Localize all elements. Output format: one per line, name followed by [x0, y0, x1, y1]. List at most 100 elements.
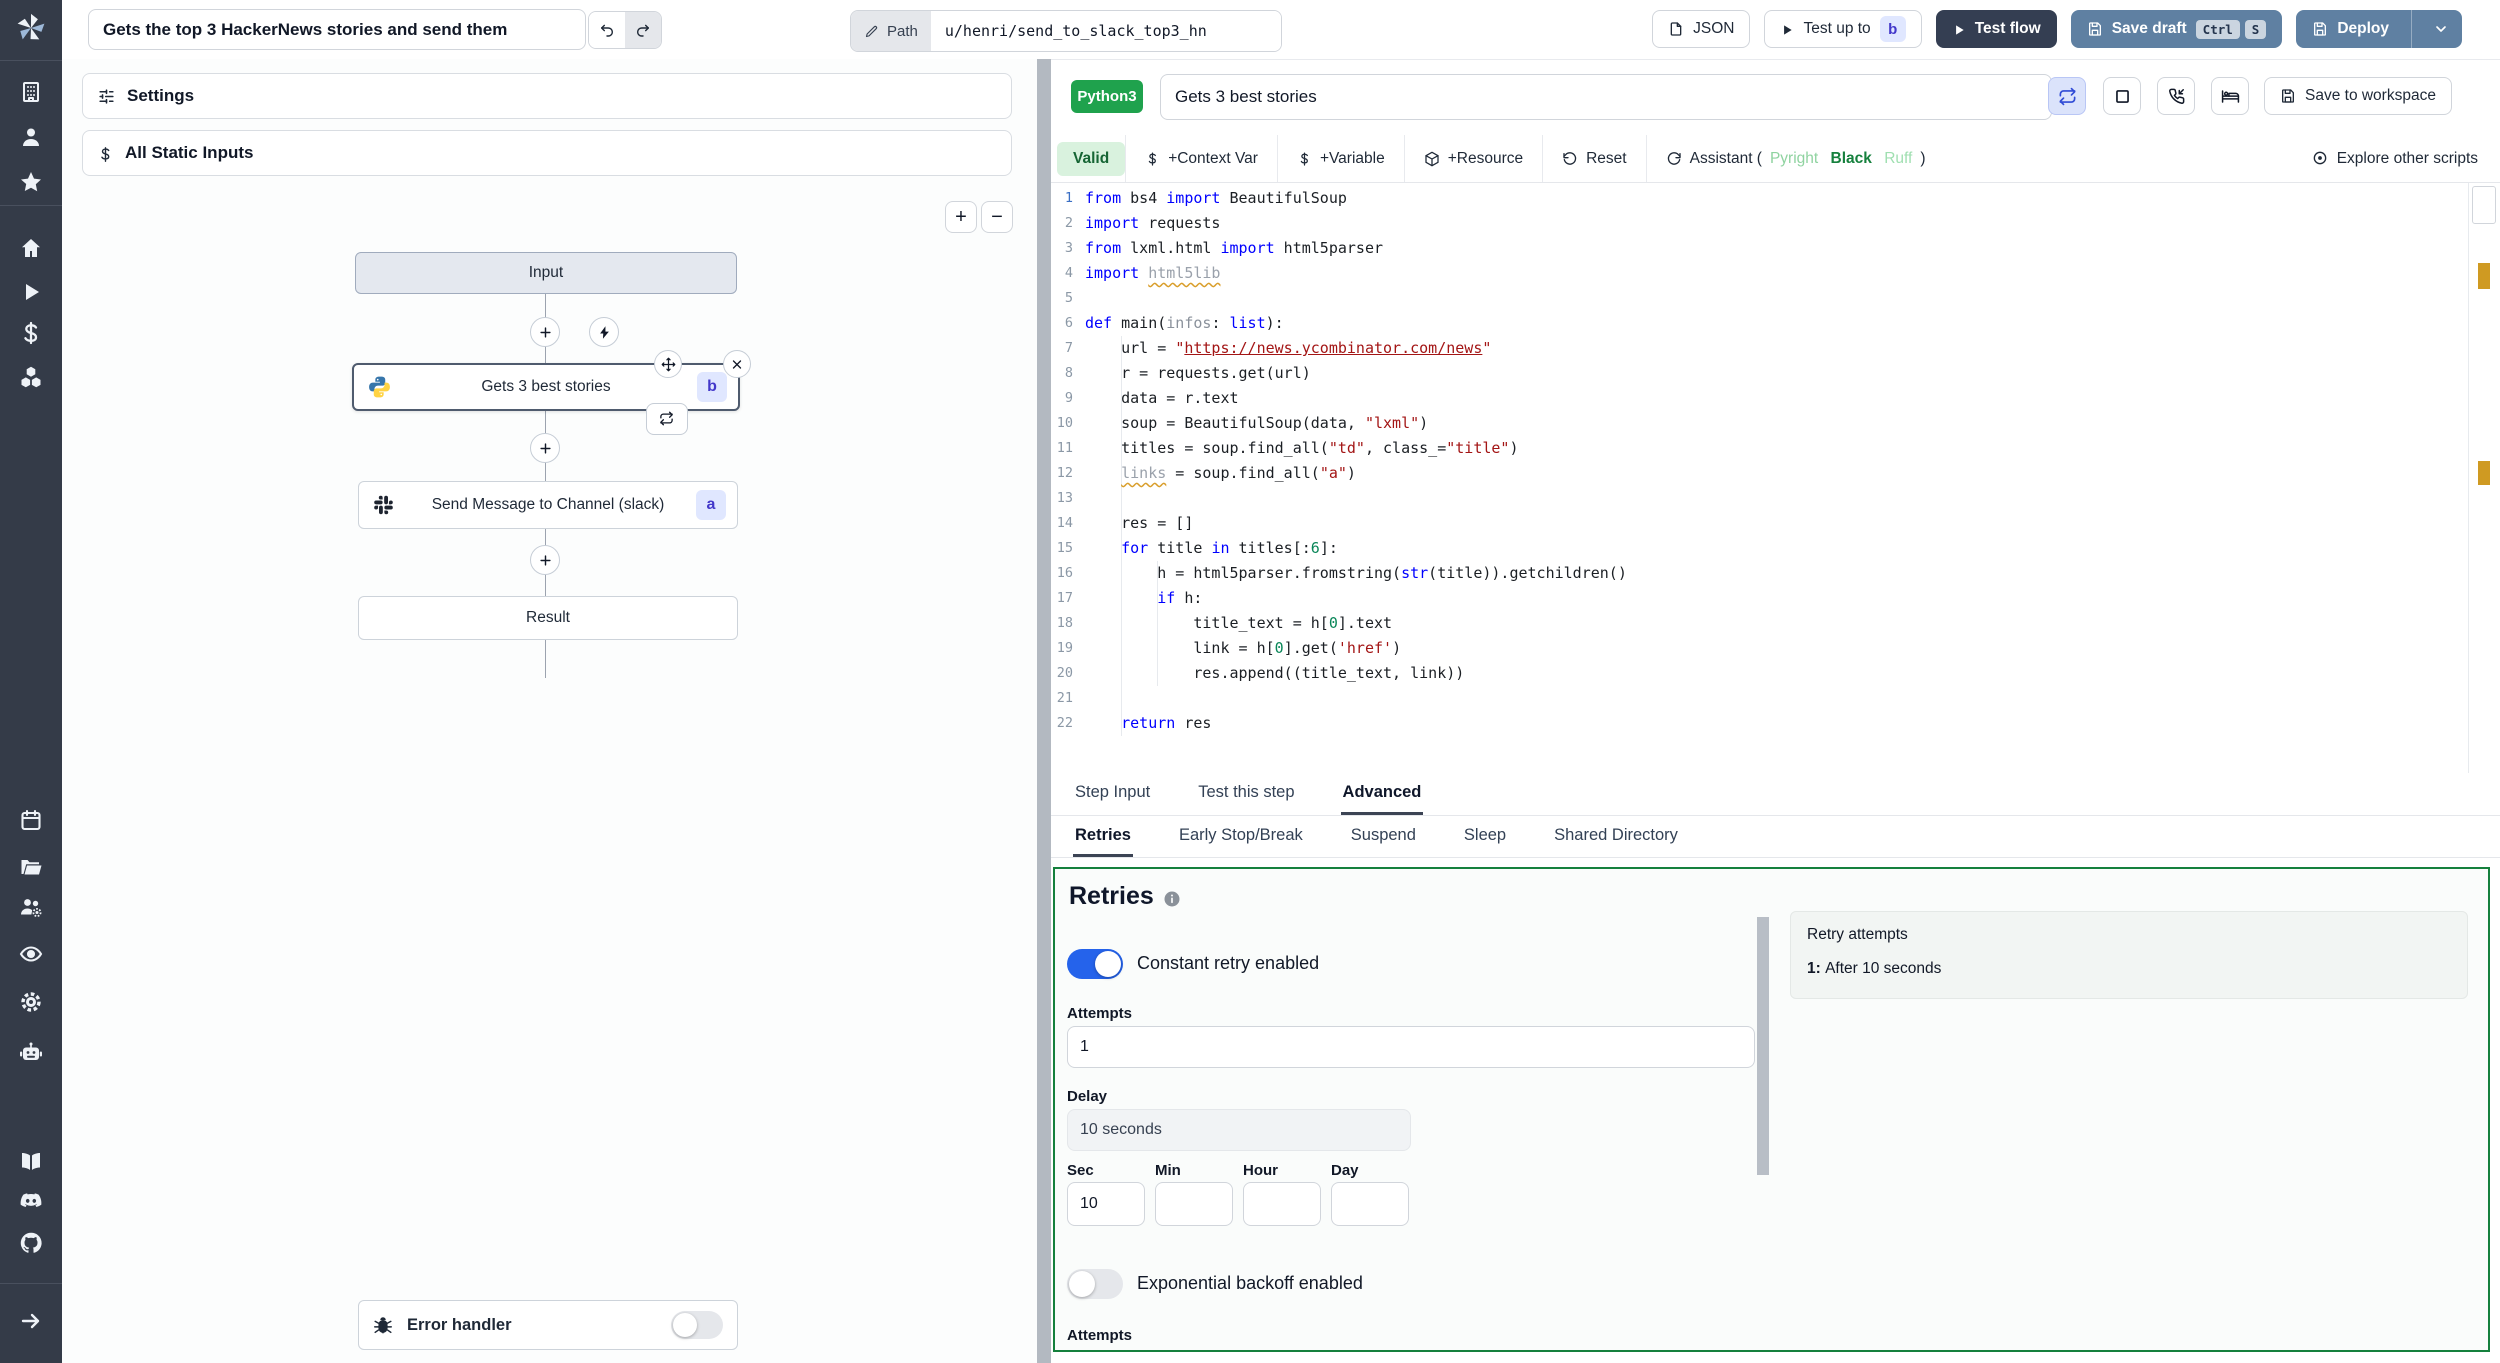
add-step-button[interactable]	[530, 433, 560, 463]
subtab-retries[interactable]: Retries	[1073, 816, 1133, 857]
code-line[interactable]: from lxml.html import html5parser	[1085, 236, 1383, 261]
tab-advanced[interactable]: Advanced	[1340, 773, 1424, 815]
sidebar-eye-icon[interactable]	[19, 942, 43, 966]
add-resource-button[interactable]: +Resource	[1405, 150, 1542, 168]
deploy-button[interactable]: Deploy	[2296, 10, 2462, 48]
explore-scripts-label: Explore other scripts	[2336, 149, 2478, 167]
undo-button[interactable]	[589, 12, 625, 48]
code-line[interactable]: if h:	[1085, 586, 1202, 611]
code-line[interactable]: h = html5parser.fromstring(str(title)).g…	[1085, 561, 1627, 586]
code-line[interactable]: link = h[0].get('href')	[1085, 636, 1401, 661]
add-context-var-button[interactable]: +Context Var	[1126, 150, 1277, 168]
code-line[interactable]: title_text = h[0].text	[1085, 611, 1392, 636]
code-line[interactable]: data = r.text	[1085, 386, 1238, 411]
sidebar-dollar-icon[interactable]	[19, 321, 43, 345]
flow-node-step-a[interactable]: Send Message to Channel (slack) a	[358, 481, 738, 529]
test-up-to-button[interactable]: Test up to b	[1764, 10, 1922, 48]
flow-node-error-handler[interactable]: Error handler	[358, 1300, 738, 1350]
subtab-shared-directory[interactable]: Shared Directory	[1552, 816, 1680, 857]
sidebar-star-icon[interactable]	[19, 170, 43, 194]
reset-button[interactable]: Reset	[1543, 150, 1646, 168]
code-line[interactable]: def main(infos: list):	[1085, 311, 1284, 336]
zoom-out-button[interactable]: −	[981, 201, 1013, 233]
sidebar-book-open-icon[interactable]	[19, 1149, 43, 1173]
sidebar-play-icon[interactable]	[19, 280, 43, 304]
explore-scripts-button[interactable]: Explore other scripts	[2293, 150, 2500, 168]
error-handler-toggle[interactable]	[671, 1311, 723, 1339]
sidebar-discord-icon[interactable]	[19, 1189, 43, 1213]
sidebar-arrow-right-icon[interactable]	[19, 1309, 43, 1333]
retries-scrollbar[interactable]	[1757, 917, 1769, 1175]
exponential-backoff-toggle[interactable]	[1067, 1269, 1123, 1299]
delete-step-button[interactable]	[723, 350, 751, 378]
time-field-input-sec[interactable]	[1067, 1182, 1145, 1226]
time-field-input-hour[interactable]	[1243, 1182, 1321, 1226]
code-line[interactable]: url = "https://news.ycombinator.com/news…	[1085, 336, 1491, 361]
flow-title-input[interactable]	[88, 9, 586, 50]
edit-path-button[interactable]: Path	[851, 11, 931, 51]
flow-node-input[interactable]: Input	[355, 252, 737, 294]
time-field-input-day[interactable]	[1331, 1182, 1409, 1226]
retries-enabled-button[interactable]	[2048, 77, 2086, 115]
sidebar-building-icon[interactable]	[19, 80, 43, 104]
move-step-button[interactable]	[654, 350, 682, 378]
path-label: Path	[887, 22, 918, 40]
zoom-in-button[interactable]: +	[945, 201, 977, 233]
sidebar-user-icon[interactable]	[19, 125, 43, 149]
windmill-logo-icon[interactable]	[13, 10, 49, 46]
redo-button[interactable]	[625, 12, 661, 48]
code-line[interactable]: r = requests.get(url)	[1085, 361, 1311, 386]
code-line[interactable]: from bs4 import BeautifulSoup	[1085, 186, 1347, 211]
sidebar-folder-open-icon[interactable]	[19, 855, 43, 879]
sidebar-calendar-icon[interactable]	[19, 808, 43, 832]
script-title-input[interactable]	[1160, 74, 2052, 120]
minimap-slider[interactable]	[2472, 186, 2496, 224]
sleep-button[interactable]	[2211, 77, 2249, 115]
panel-resize-handle[interactable]	[1037, 59, 1051, 1363]
sidebar-gear-icon[interactable]	[19, 990, 43, 1014]
add-step-button[interactable]	[530, 317, 560, 347]
code-line[interactable]: return res	[1085, 711, 1211, 736]
code-line[interactable]: links = soup.find_all("a")	[1085, 461, 1356, 486]
code-line[interactable]: import requests	[1085, 211, 1220, 236]
sidebar-github-icon[interactable]	[19, 1231, 43, 1255]
save-to-workspace-button[interactable]: Save to workspace	[2264, 77, 2452, 115]
code-editor[interactable]: 1 from bs4 import BeautifulSoup 2 import re…	[1051, 183, 2500, 773]
early-stop-button[interactable]	[2103, 77, 2141, 115]
subtab-suspend[interactable]: Suspend	[1349, 816, 1418, 857]
subtab-early-stop-break[interactable]: Early Stop/Break	[1177, 816, 1305, 857]
sidebar-home-icon[interactable]	[19, 236, 43, 260]
add-variable-button[interactable]: +Variable	[1278, 150, 1404, 168]
tab-test-this-step[interactable]: Test this step	[1196, 773, 1296, 815]
add-step-button[interactable]	[530, 545, 560, 575]
code-line[interactable]: res = []	[1085, 511, 1193, 536]
code-line[interactable]: import html5lib	[1085, 261, 1220, 286]
retry-indicator-button[interactable]	[646, 403, 688, 435]
code-line[interactable]: titles = soup.find_all("td", class_="tit…	[1085, 436, 1518, 461]
flow-static-inputs-button[interactable]: All Static Inputs	[82, 130, 1012, 176]
path-input[interactable]	[930, 11, 1281, 51]
save-draft-button[interactable]: Save draft Ctrl S	[2070, 10, 2283, 48]
time-field-input-min[interactable]	[1155, 1182, 1233, 1226]
reset-label: Reset	[1586, 149, 1627, 167]
code-line[interactable]: res.append((title_text, link))	[1085, 661, 1464, 686]
code-line[interactable]: soup = BeautifulSoup(data, "lxml")	[1085, 411, 1428, 436]
assistant-button[interactable]: Assistant (Pyright Black Ruff)	[1647, 150, 1945, 168]
constant-retry-toggle[interactable]	[1067, 949, 1123, 979]
subtab-sleep[interactable]: Sleep	[1462, 816, 1508, 857]
attempts-input[interactable]	[1067, 1026, 1755, 1068]
sidebar-robot-icon[interactable]	[19, 1041, 43, 1065]
topbar: Path JSON Test up to b Test flow Save dr…	[62, 0, 2500, 60]
sidebar-boxes-icon[interactable]	[19, 365, 43, 389]
json-button[interactable]: JSON	[1652, 10, 1751, 48]
trigger-button[interactable]	[589, 317, 619, 347]
suspend-button[interactable]	[2157, 77, 2195, 115]
info-icon[interactable]	[1163, 890, 1181, 908]
test-flow-button[interactable]: Test flow	[1935, 10, 2057, 48]
flow-settings-button[interactable]: Settings	[82, 73, 1012, 119]
flow-node-result[interactable]: Result	[358, 596, 738, 640]
code-line[interactable]: for title in titles[:6]:	[1085, 536, 1338, 561]
tab-step-input[interactable]: Step Input	[1073, 773, 1152, 815]
deploy-dropdown-button[interactable]	[2421, 21, 2461, 37]
sidebar-users-gear-icon[interactable]	[19, 895, 43, 919]
